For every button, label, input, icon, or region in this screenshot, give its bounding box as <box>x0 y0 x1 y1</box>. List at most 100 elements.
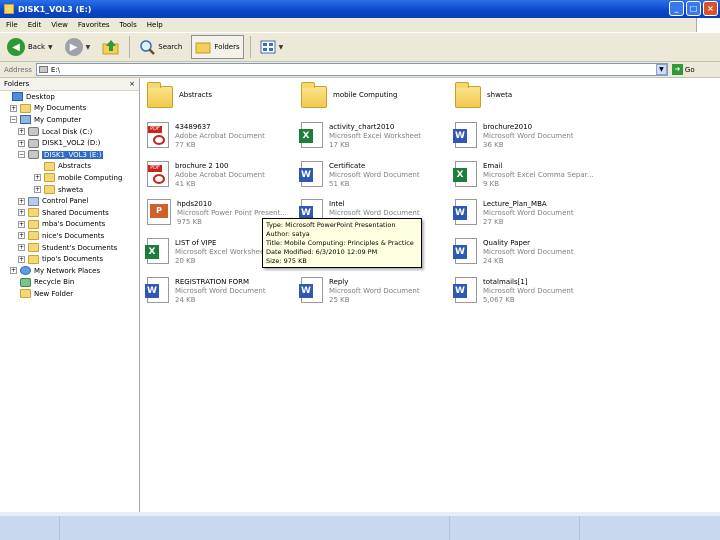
file-item[interactable]: W Lecture_Plan_MBA Microsoft Word Document… <box>453 199 605 227</box>
file-item[interactable]: W REGISTRATION FORM Microsoft Word Documen… <box>145 277 297 305</box>
menu-help[interactable]: Help <box>147 21 163 29</box>
menu-edit[interactable]: Edit <box>28 21 42 29</box>
expand-icon[interactable]: + <box>18 128 25 136</box>
folder-icon <box>44 173 55 183</box>
menu-favorites[interactable]: Favorites <box>78 21 110 29</box>
title-bar[interactable]: DISK1_VOL3 (E:) _ □ × <box>0 0 720 18</box>
file-type: Microsoft Word Document <box>175 287 266 295</box>
expand-icon[interactable]: + <box>34 174 41 182</box>
expand-icon[interactable]: + <box>18 220 25 228</box>
file-item[interactable]: W Certificate Microsoft Word Document 51 KB <box>299 161 451 189</box>
expand-icon[interactable]: + <box>10 104 17 112</box>
tree-item[interactable]: + mobile Computing <box>0 172 139 184</box>
search-button[interactable]: Search <box>136 35 185 59</box>
tooltip-date: Date Modified: 6/3/2010 12:09 PM <box>266 248 378 256</box>
tree-item[interactable]: + nice's Documents <box>0 230 139 242</box>
menu-tools[interactable]: Tools <box>120 21 137 29</box>
tree-item[interactable]: Recycle Bin <box>0 277 139 289</box>
address-dropdown-button[interactable]: ▼ <box>655 64 667 75</box>
tree-item[interactable]: + Local Disk (C:) <box>0 126 139 138</box>
file-meta: Abstracts <box>179 84 212 100</box>
close-button[interactable]: × <box>703 1 718 16</box>
up-folder-button[interactable] <box>99 35 123 59</box>
window-title: DISK1_VOL3 (E:) <box>18 4 92 14</box>
chevron-down-icon[interactable]: ▼ <box>279 44 284 51</box>
folder-item[interactable]: mobile Computing <box>301 82 451 108</box>
control-panel-icon <box>28 196 39 206</box>
search-icon <box>140 40 156 55</box>
file-meta: Email Microsoft Excel Comma Separ... 9 KB <box>483 161 594 189</box>
file-meta: brochure2010 Microsoft Word Document 36 KB <box>483 122 574 150</box>
expand-icon[interactable]: + <box>34 186 41 194</box>
file-item[interactable]: W Reply Microsoft Word Document 25 KB <box>299 277 451 305</box>
tree-spacer <box>10 278 17 286</box>
word-doc-icon: W <box>453 199 477 225</box>
folder-item[interactable]: shweta <box>455 82 605 108</box>
tree-item[interactable]: + shweta <box>0 184 139 196</box>
expand-icon[interactable]: + <box>18 209 25 217</box>
maximize-button[interactable]: □ <box>686 1 701 16</box>
tree-item[interactable]: + My Network Places <box>0 265 139 277</box>
file-type: Microsoft Excel Worksheet <box>175 248 268 256</box>
tooltip-size: Size: 975 KB <box>266 257 307 265</box>
file-item[interactable]: PDF brochure 2 100 Adobe Acrobat Document 4… <box>147 161 297 189</box>
folders-button[interactable]: Folders <box>191 35 244 59</box>
pdf-icon: PDF <box>147 161 169 187</box>
forward-button[interactable]: ▶ ▼ <box>62 35 94 59</box>
tree-item[interactable]: Abstracts <box>0 161 139 173</box>
minimize-button[interactable]: _ <box>669 1 684 16</box>
address-input[interactable]: E:\ ▼ <box>35 63 668 76</box>
file-item[interactable]: Xactivity_chart2010 Microsoft Excel Works… <box>299 122 451 150</box>
tree-item[interactable]: + mba's Documents <box>0 219 139 231</box>
tree-item[interactable]: Desktop <box>0 91 139 103</box>
file-item[interactable]: W Quality Paper Microsoft Word Document 24 … <box>453 238 605 266</box>
tree-item[interactable]: + Control Panel <box>0 195 139 207</box>
file-item[interactable]: Wtotalmails[1] Microsoft Word Document 5,0… <box>453 277 605 305</box>
file-item[interactable]: Wbrochure2010 Microsoft Word Document 36 K… <box>453 122 605 150</box>
tree-item[interactable]: + Student's Documents <box>0 242 139 254</box>
folder-icon <box>455 82 481 108</box>
back-button[interactable]: ◀ Back ▼ <box>4 35 56 59</box>
expand-icon[interactable]: + <box>18 139 25 147</box>
excel-icon: X <box>453 161 477 187</box>
collapse-icon[interactable]: − <box>18 151 25 159</box>
views-button[interactable]: ▼ <box>257 35 287 59</box>
tree-item[interactable]: + DISK1_VOL2 (D:) <box>0 137 139 149</box>
chevron-down-icon[interactable]: ▼ <box>48 44 53 51</box>
tree-item-label: Control Panel <box>42 197 89 206</box>
tree-item[interactable]: + Shared Documents <box>0 207 139 219</box>
windows-logo-icon <box>696 18 720 32</box>
file-item[interactable]: X Email Microsoft Excel Comma Separ... 9 KB <box>453 161 605 189</box>
menu-file[interactable]: File <box>6 21 18 29</box>
tree-item-label: nice's Documents <box>42 231 105 240</box>
go-button[interactable]: ➜ Go <box>671 64 695 75</box>
file-meta: totalmails[1] Microsoft Word Document 5,06… <box>483 277 574 305</box>
file-meta: mobile Computing <box>333 84 397 100</box>
tree-item[interactable]: + tipo's Documents <box>0 253 139 265</box>
expand-icon[interactable]: + <box>10 267 17 275</box>
tree-item[interactable]: + My Documents <box>0 103 139 115</box>
chevron-down-icon[interactable]: ▼ <box>86 44 91 51</box>
menu-view[interactable]: View <box>51 21 68 29</box>
collapse-icon[interactable]: − <box>10 116 17 124</box>
expand-icon[interactable]: + <box>18 255 25 263</box>
close-pane-button[interactable]: × <box>129 80 135 88</box>
desktop-icon <box>12 92 23 102</box>
tooltip-type: Type: Microsoft PowerPoint Presentation <box>266 221 396 229</box>
folder-item[interactable]: Abstracts <box>147 82 297 108</box>
tree-item[interactable]: New Folder <box>0 288 139 300</box>
tree-item-label: Shared Documents <box>42 208 109 217</box>
tree-item[interactable]: − DISK1_VOL3 (E:) <box>0 149 139 161</box>
expand-icon[interactable]: + <box>18 232 25 240</box>
expand-icon[interactable]: + <box>18 197 25 205</box>
tree-item[interactable]: − My Computer <box>0 114 139 126</box>
word-doc-icon: W <box>299 161 323 187</box>
network-icon <box>20 266 31 276</box>
tree-item-label: Recycle Bin <box>34 278 75 287</box>
file-meta: Lecture_Plan_MBA Microsoft Word Document 2… <box>483 199 574 227</box>
tree-item-label: My Documents <box>34 104 87 113</box>
file-name: LIST of VIPE <box>175 239 217 247</box>
folder-icon <box>28 243 39 253</box>
expand-icon[interactable]: + <box>18 244 25 252</box>
file-item[interactable]: PDF 43489637 Adobe Acrobat Document 77 KB <box>147 122 297 150</box>
